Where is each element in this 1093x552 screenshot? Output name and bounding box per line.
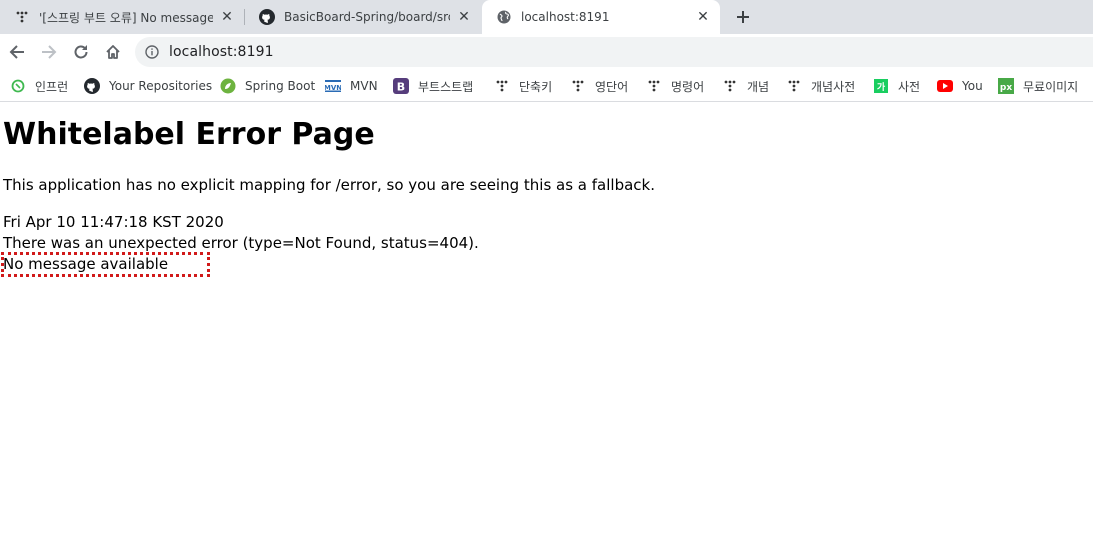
tab-title: BasicBoard-Spring/board/src/ma — [284, 10, 450, 24]
bookmark-label: 개념사전 — [811, 79, 856, 94]
home-icon — [106, 45, 120, 59]
naver-dict-icon: 가 — [873, 78, 889, 94]
close-icon[interactable]: ✕ — [695, 9, 711, 25]
bookmark-label: You — [962, 79, 983, 93]
bookmark-label: 명령어 — [671, 79, 705, 94]
plus-icon — [737, 11, 749, 23]
error-status-line: There was an unexpected error (type=Not … — [3, 234, 479, 252]
bookmark-mvn[interactable]: MVN MVN — [325, 75, 378, 97]
arrow-right-icon — [42, 45, 57, 59]
github-icon — [84, 78, 100, 94]
inflearn-icon — [10, 78, 26, 94]
home-button[interactable] — [101, 40, 125, 64]
page-title: Whitelabel Error Page — [3, 117, 375, 152]
tistory-icon — [494, 78, 510, 94]
bookmark-english-words[interactable]: 영단어 — [570, 75, 628, 97]
reload-button[interactable] — [69, 40, 93, 64]
globe-icon — [496, 9, 512, 25]
github-icon — [259, 9, 275, 25]
bookmark-youtube[interactable]: You — [937, 75, 983, 97]
url-text: localhost:8191 — [169, 44, 274, 60]
tab-strip: '[스프링 부트 오류] No message ✕ BasicBoard-Spr… — [0, 0, 1093, 34]
close-icon[interactable]: ✕ — [456, 9, 472, 25]
bookmark-label: Spring Boot — [245, 79, 316, 93]
forward-button[interactable] — [37, 40, 61, 64]
bookmark-free-images[interactable]: px 무료이미지 — [998, 75, 1078, 97]
tab-tistory-post[interactable]: '[스프링 부트 오류] No message ✕ — [0, 0, 244, 34]
reload-icon — [74, 45, 88, 59]
bookmark-your-repositories[interactable]: Your Repositories — [84, 75, 212, 97]
bookmark-label: 인프런 — [35, 79, 69, 94]
tistory-icon — [570, 78, 586, 94]
tistory-icon — [646, 78, 662, 94]
tab-title: '[스프링 부트 오류] No message — [39, 10, 213, 25]
tistory-icon — [722, 78, 738, 94]
bookmark-label: 사전 — [898, 79, 921, 94]
tab-title: localhost:8191 — [521, 10, 610, 24]
arrow-left-icon — [9, 45, 24, 59]
tistory-icon — [14, 9, 30, 25]
bootstrap-icon: B — [393, 78, 409, 94]
pixabay-icon: px — [998, 78, 1014, 94]
bookmark-commands[interactable]: 명령어 — [646, 75, 704, 97]
bookmark-concepts[interactable]: 개념 — [722, 75, 769, 97]
bookmark-label: 부트스트랩 — [418, 79, 474, 94]
bookmark-label: 영단어 — [595, 79, 629, 94]
svg-text:B: B — [397, 81, 405, 94]
svg-text:px: px — [1000, 83, 1012, 93]
address-bar[interactable]: localhost:8191 — [135, 37, 1093, 67]
error-description: This application has no explicit mapping… — [3, 176, 655, 194]
bookmark-dictionary[interactable]: 가 사전 — [873, 75, 920, 97]
bookmark-label: 개념 — [747, 79, 770, 94]
new-tab-button[interactable] — [733, 7, 753, 27]
bookmark-label: Your Repositories — [109, 79, 213, 93]
youtube-icon — [937, 78, 953, 94]
bookmark-bootstrap[interactable]: B 부트스트랩 — [393, 75, 473, 97]
bookmark-inflearn[interactable]: 인프런 — [10, 75, 68, 97]
bookmark-concept-dictionary[interactable]: 개념사전 — [786, 75, 855, 97]
browser-toolbar: localhost:8191 — [0, 34, 1093, 70]
bookmark-spring-boot[interactable]: Spring Boot — [220, 75, 315, 97]
bookmark-label: 무료이미지 — [1023, 79, 1079, 94]
bookmark-label: 단축키 — [519, 79, 553, 94]
tab-github[interactable]: BasicBoard-Spring/board/src/ma ✕ — [245, 0, 481, 34]
tistory-icon — [786, 78, 802, 94]
back-button[interactable] — [5, 40, 29, 64]
info-icon[interactable] — [144, 44, 160, 60]
close-icon[interactable]: ✕ — [219, 9, 235, 25]
tab-localhost[interactable]: localhost:8191 ✕ — [482, 0, 720, 34]
bookmark-label: MVN — [350, 79, 378, 93]
svg-text:가: 가 — [877, 81, 886, 93]
page-content: Whitelabel Error Page This application h… — [0, 103, 1093, 552]
bookmark-shortcuts[interactable]: 단축키 — [494, 75, 552, 97]
mvn-icon: MVN — [325, 78, 341, 94]
bookmarks-bar: 인프런 Your Repositories Spring Boot MVN MV… — [0, 70, 1093, 102]
highlight-box — [1, 252, 210, 277]
error-timestamp: Fri Apr 10 11:47:18 KST 2020 — [3, 213, 224, 231]
spring-icon — [220, 78, 236, 94]
